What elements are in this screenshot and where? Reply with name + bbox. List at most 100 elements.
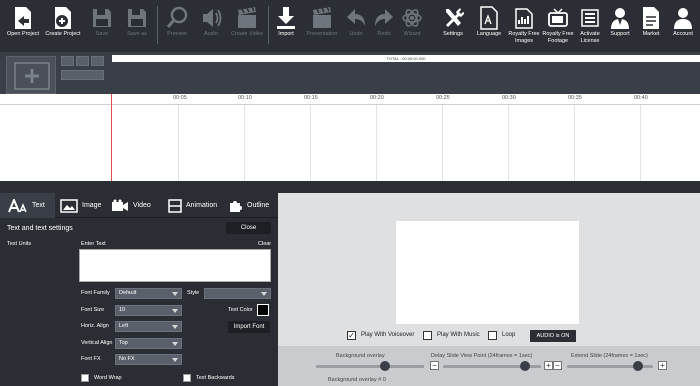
play-with-voiceover-checkbox[interactable]: ✓ — [347, 331, 356, 340]
speaker-icon — [203, 9, 222, 27]
preview-button[interactable]: Preview — [162, 2, 192, 50]
settings-header: Text and text settings Close — [0, 220, 278, 236]
save-as-button[interactable]: Save as — [122, 2, 152, 50]
grid-line — [244, 105, 245, 181]
preview-area: ✓ Play With Voiceover Play With Music Lo… — [278, 193, 700, 386]
support-button[interactable]: Support — [606, 2, 634, 50]
font-fx-select[interactable]: No FX — [115, 354, 182, 365]
ruler-tick-label: 00:10 — [238, 95, 252, 101]
font-family-label: Font Family — [81, 290, 110, 296]
horiz-align-select[interactable]: Left — [115, 321, 182, 332]
undo-label: Undo — [349, 31, 363, 37]
presentation-button[interactable]: Presentation — [304, 2, 340, 50]
timeline-zoom-in-button[interactable] — [91, 56, 104, 66]
undo-button[interactable]: Undo — [342, 2, 370, 50]
timeline-scrollbar[interactable] — [0, 181, 700, 193]
font-family-select[interactable]: Default — [115, 288, 182, 299]
tab-animation[interactable]: Animation — [168, 193, 223, 218]
open-project-button[interactable]: Open Project — [4, 2, 42, 50]
royalty-free-images-button[interactable]: Royalty Free Images — [508, 2, 540, 50]
tab-image[interactable]: Image — [60, 193, 105, 218]
language-button[interactable]: Language — [474, 2, 504, 50]
timeline-options-button[interactable] — [61, 70, 104, 80]
text-backwards-checkbox[interactable] — [183, 374, 191, 382]
background-overlay-track[interactable] — [316, 365, 424, 368]
timeline-header: TOTAL : 00:00:00.000 — [0, 52, 700, 94]
ruler-tick-label: 00:35 — [568, 95, 582, 101]
tab-image-label: Image — [82, 202, 102, 209]
chevron-down-icon — [172, 358, 178, 362]
import-font-button[interactable]: Import Font — [228, 321, 270, 333]
playhead[interactable] — [111, 94, 112, 181]
timeline-track[interactable] — [0, 105, 700, 181]
preview-label: Preview — [167, 31, 187, 37]
tab-outline-label: Outline — [247, 202, 270, 209]
royalty-free-images-label: Royalty Free Images — [508, 31, 540, 44]
loop-label: Loop — [502, 332, 516, 338]
main-toolbar: Open Project Create Project Save Save as — [0, 0, 700, 52]
import-button[interactable]: Import — [272, 2, 300, 50]
text-color-swatch[interactable] — [257, 304, 269, 316]
extend-slide-knob[interactable] — [633, 361, 643, 371]
grid-line — [376, 105, 377, 181]
account-button[interactable]: Account — [668, 2, 698, 50]
font-size-select[interactable]: 10 — [115, 305, 182, 316]
tab-outline[interactable]: Outline — [229, 193, 278, 218]
close-button[interactable]: Close — [226, 222, 271, 234]
playback-options: ✓ Play With Voiceover Play With Music Lo… — [278, 329, 700, 343]
style-label: Style — [187, 290, 200, 296]
tab-video[interactable]: Video — [111, 193, 156, 218]
tab-text[interactable]: Text — [0, 193, 55, 218]
audio-toggle-button[interactable]: AUDIO is ON — [530, 330, 576, 342]
account-label: Account — [673, 31, 693, 37]
market-document-icon — [643, 7, 659, 29]
style-select[interactable] — [204, 288, 271, 299]
preview-canvas[interactable] — [396, 221, 579, 324]
panel-title: Text and text settings — [7, 225, 73, 232]
license-badge-icon — [581, 9, 599, 27]
create-video-label: Create Video — [230, 31, 263, 37]
delay-slide-minus-button[interactable]: − — [430, 361, 439, 370]
background-overlay-knob[interactable] — [380, 361, 390, 371]
add-media-thumbnail[interactable] — [6, 56, 56, 94]
settings-button[interactable]: Settings — [438, 2, 468, 50]
word-wrap-checkbox[interactable] — [81, 374, 89, 382]
loop-checkbox[interactable] — [488, 331, 497, 340]
create-project-button[interactable]: Create Project — [44, 2, 82, 50]
text-units-label: Text Units — [7, 241, 32, 247]
extend-slide-minus-button[interactable]: − — [553, 361, 562, 370]
open-file-icon — [15, 7, 31, 29]
delay-slide-plus-button[interactable]: + — [544, 361, 553, 370]
toolbar-divider — [157, 6, 158, 44]
redo-label: Redo — [377, 31, 391, 37]
atom-icon — [402, 9, 422, 27]
ruler-tick-label: 00:30 — [502, 95, 516, 101]
timeline-ruler[interactable]: 00:05 00:10 00:15 00:20 00:25 00:30 00:3… — [0, 94, 700, 105]
presentation-label: Presentation — [306, 31, 338, 37]
vertical-align-select[interactable]: Top — [115, 338, 182, 349]
play-with-music-checkbox[interactable] — [423, 331, 432, 340]
create-video-button[interactable]: Create Video — [229, 2, 265, 50]
wizard-button[interactable]: Wizard — [398, 2, 426, 50]
redo-button[interactable]: Redo — [370, 2, 398, 50]
create-project-label: Create Project — [45, 31, 81, 37]
audio-button[interactable]: Audio — [196, 2, 226, 50]
tab-video-label: Video — [133, 202, 151, 209]
timeline-zoom-out-button[interactable] — [61, 56, 74, 66]
activate-license-button[interactable]: Activate License — [576, 2, 604, 50]
new-file-icon — [55, 7, 71, 29]
font-fx-value: No FX — [119, 356, 135, 362]
delay-slide-knob[interactable] — [520, 361, 530, 371]
text-input[interactable] — [79, 249, 271, 282]
extend-slide-plus-button[interactable]: + — [658, 361, 667, 370]
save-button[interactable]: Save — [88, 2, 116, 50]
timeline-fit-button[interactable] — [76, 56, 89, 66]
app-window: Open Project Create Project Save Save as — [0, 0, 700, 386]
play-with-music-label: Play With Music — [437, 332, 480, 338]
clapperboard-icon — [238, 6, 256, 28]
market-button[interactable]: Market — [637, 2, 665, 50]
grid-line — [442, 105, 443, 181]
add-film-icon — [14, 62, 50, 90]
clear-button[interactable]: Clear — [258, 241, 271, 247]
royalty-free-footage-button[interactable]: Royalty Free Footage — [542, 2, 574, 50]
